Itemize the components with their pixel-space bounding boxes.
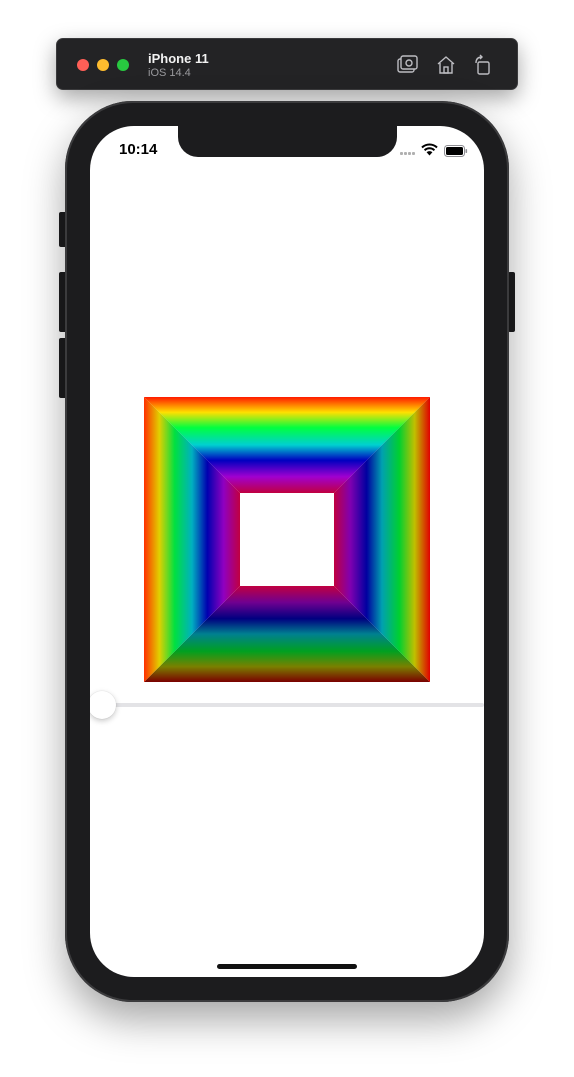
- wifi-icon: [421, 143, 438, 156]
- home-indicator[interactable]: [217, 964, 357, 969]
- status-time: 10:14: [119, 141, 158, 158]
- device-screen: 10:14: [90, 126, 484, 977]
- slider-track[interactable]: [102, 703, 484, 707]
- battery-icon: [444, 144, 468, 157]
- minimize-window-button[interactable]: [97, 59, 109, 71]
- device-name: iPhone 11: [148, 51, 209, 66]
- simulator-titlebar: iPhone 11 iOS 14.4: [56, 38, 518, 90]
- gradient-frame-artwork: [144, 397, 430, 682]
- close-window-button[interactable]: [77, 59, 89, 71]
- os-version: iOS 14.4: [148, 67, 191, 79]
- screenshot-icon[interactable]: [395, 53, 419, 77]
- rotate-icon[interactable]: [471, 53, 495, 77]
- cellular-signal-icon: [400, 152, 418, 156]
- power-button: [508, 272, 515, 332]
- notch: [178, 126, 397, 157]
- zoom-window-button[interactable]: [117, 59, 129, 71]
- slider-thumb[interactable]: [90, 691, 116, 719]
- home-icon[interactable]: [434, 53, 458, 77]
